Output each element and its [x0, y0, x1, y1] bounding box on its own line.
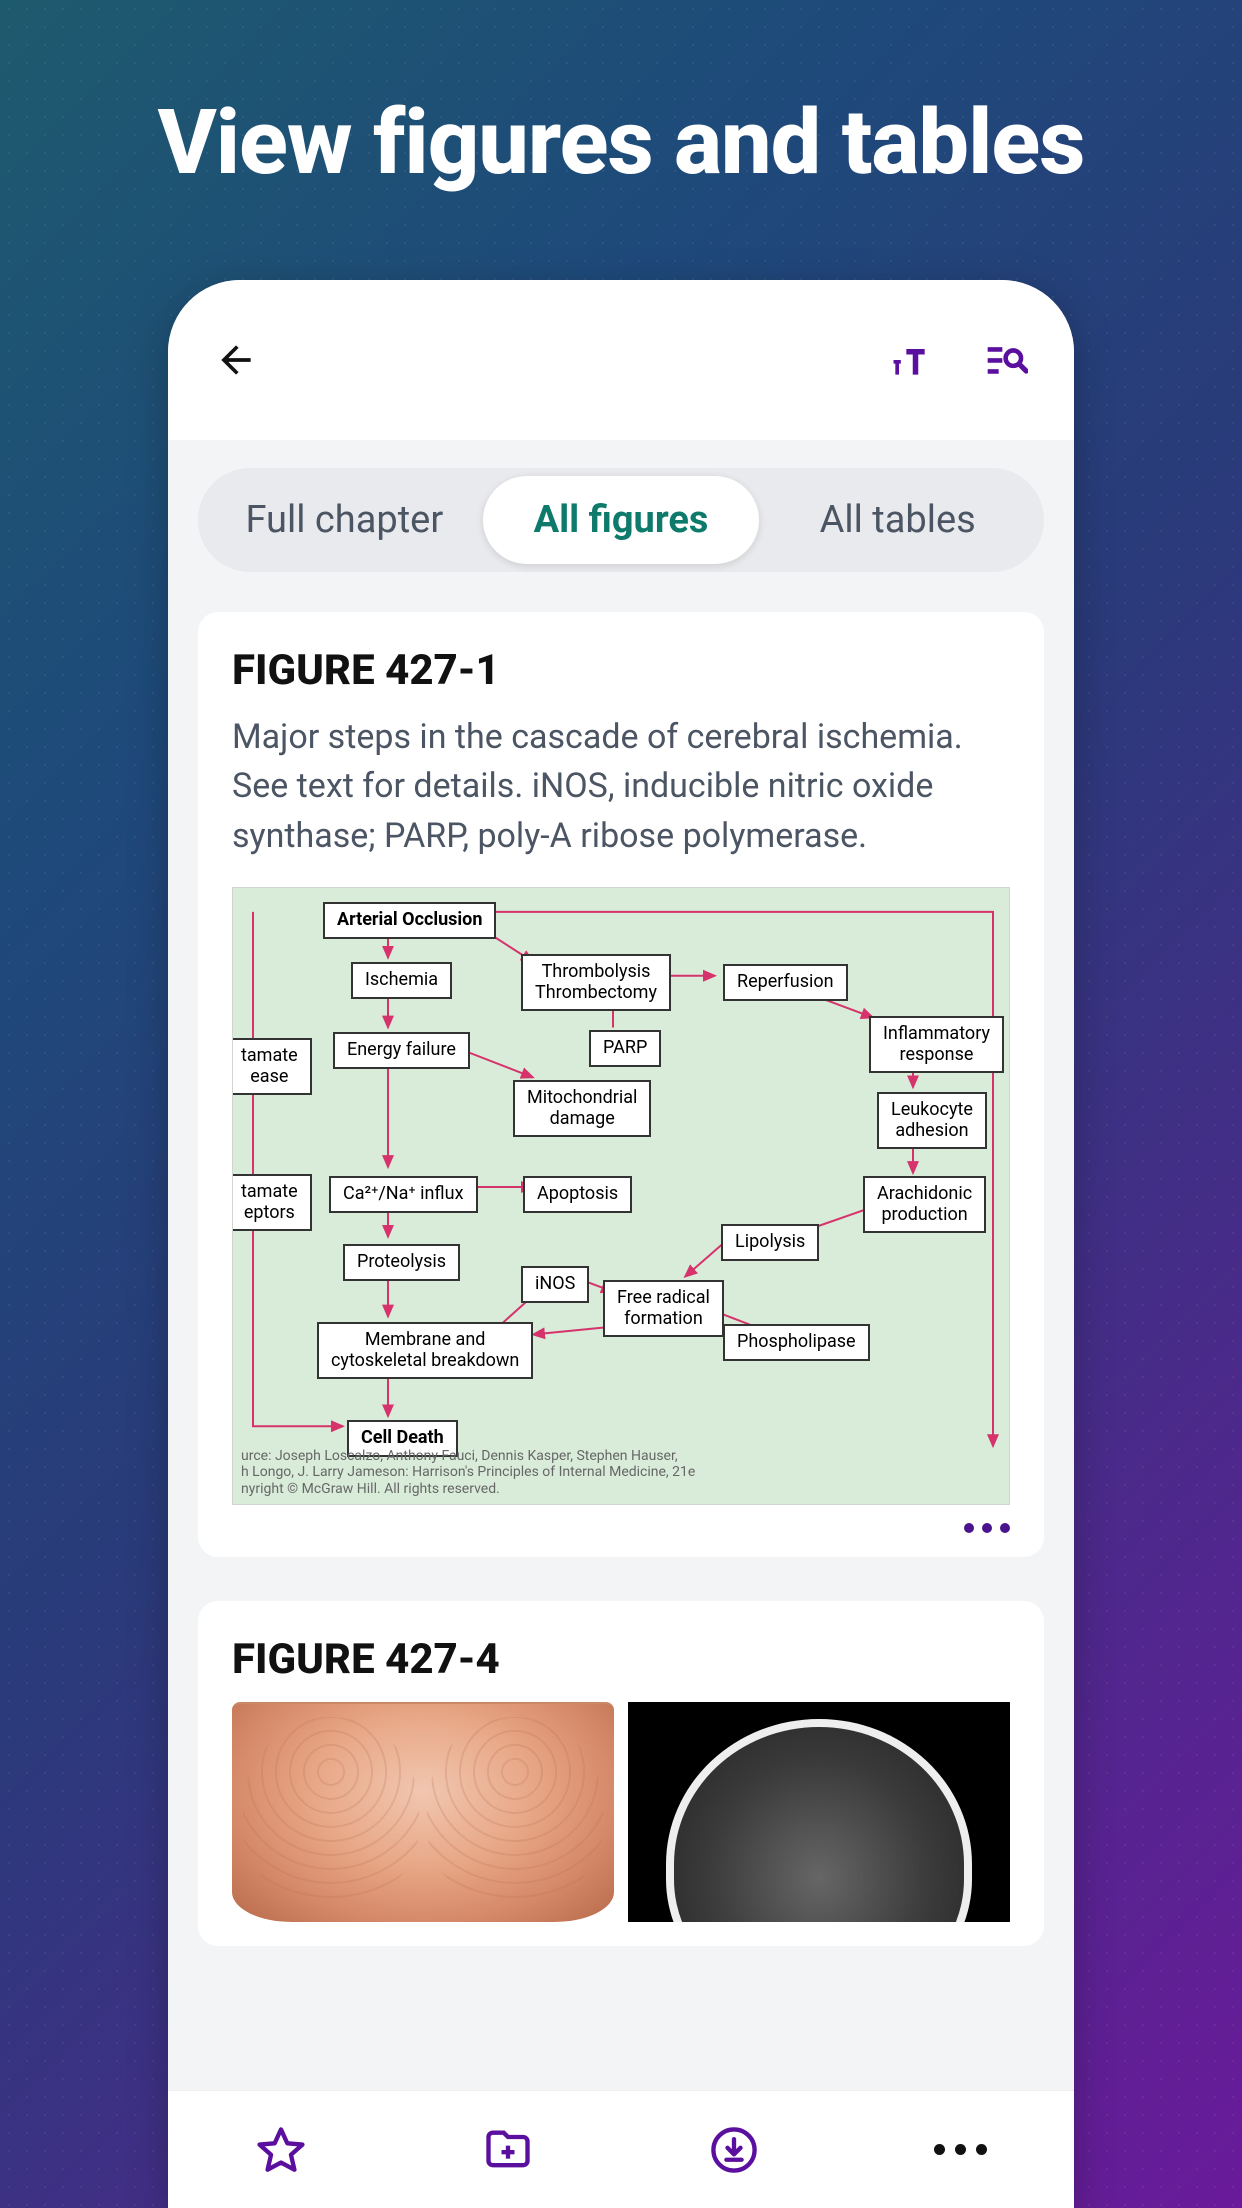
figure-image[interactable] [232, 1702, 1010, 1922]
figure-credits: urce: Joseph Loscalzo, Anthony Fauci, De… [241, 1448, 695, 1498]
text-size-button[interactable] [882, 332, 938, 388]
diagram-node: PARP [589, 1030, 661, 1067]
diagram-node: Apoptosis [523, 1176, 632, 1213]
figure-title: FIGURE 427-4 [232, 1635, 1010, 1684]
bottom-toolbar [168, 2090, 1074, 2208]
diagram-node: Leukocyte adhesion [877, 1092, 987, 1149]
content-scroll[interactable]: FIGURE 427-1 Major steps in the cascade … [168, 572, 1074, 2208]
figure-caption: Major steps in the cascade of cerebral i… [232, 713, 1010, 861]
diagram-node: Ca²⁺/Na⁺ influx [329, 1176, 478, 1213]
download-circle-icon [708, 2124, 760, 2176]
promo-headline: View figures and tables [0, 90, 1242, 195]
download-button[interactable] [706, 2122, 762, 2178]
diagram-node: Thrombolysis Thrombectomy [521, 954, 671, 1011]
more-horizontal-icon [934, 2144, 987, 2155]
diagram-node: tamate ease [232, 1038, 312, 1095]
diagram-node: Energy failure [333, 1032, 470, 1069]
add-to-collection-button[interactable] [480, 2122, 536, 2178]
diagram-node: Mitochondrial damage [513, 1080, 651, 1137]
more-button[interactable] [933, 2122, 989, 2178]
figure-more-button[interactable] [964, 1523, 1010, 1533]
diagram-node: tamate eptors [232, 1174, 312, 1231]
diagram-node: Lipolysis [721, 1224, 819, 1261]
figure-card: FIGURE 427-1 Major steps in the cascade … [198, 612, 1044, 1557]
diagram-node: iNOS [521, 1266, 589, 1303]
diagram-node: Ischemia [351, 962, 452, 999]
figure-image[interactable]: Arterial Occlusion Ischemia Thrombolysis… [232, 887, 1010, 1505]
diagram-node: Reperfusion [723, 964, 848, 1001]
diagram-node: Inflammatory response [869, 1016, 1004, 1073]
tab-all-tables[interactable]: All tables [759, 476, 1036, 564]
new-folder-icon [482, 2124, 534, 2176]
diagram-node: Membrane and cytoskeletal breakdown [317, 1322, 533, 1379]
diagram-node: Proteolysis [343, 1244, 460, 1281]
favorite-button[interactable] [253, 2122, 309, 2178]
diagram-node: Free radical formation [603, 1280, 724, 1337]
back-button[interactable] [208, 332, 264, 388]
brain-illustration [232, 1702, 614, 1922]
search-list-icon [984, 338, 1028, 382]
device-frame: Full chapter All figures All tables FIGU… [168, 280, 1074, 2208]
diagram-node: Arterial Occlusion [323, 902, 496, 939]
diagram-node: Arachidonic production [863, 1176, 986, 1233]
tabs-container: Full chapter All figures All tables [168, 440, 1074, 572]
ct-scan-image [628, 1702, 1010, 1922]
segmented-control: Full chapter All figures All tables [198, 468, 1044, 572]
star-icon [255, 2124, 307, 2176]
text-size-icon [888, 338, 932, 382]
tab-full-chapter[interactable]: Full chapter [206, 476, 483, 564]
figure-card: FIGURE 427-4 [198, 1601, 1044, 1946]
figure-title: FIGURE 427-1 [232, 646, 1010, 695]
diagram-node: Phospholipase [723, 1324, 870, 1361]
tab-all-figures[interactable]: All figures [483, 476, 760, 564]
search-in-list-button[interactable] [978, 332, 1034, 388]
back-arrow-icon [214, 338, 258, 382]
top-bar [168, 280, 1074, 440]
